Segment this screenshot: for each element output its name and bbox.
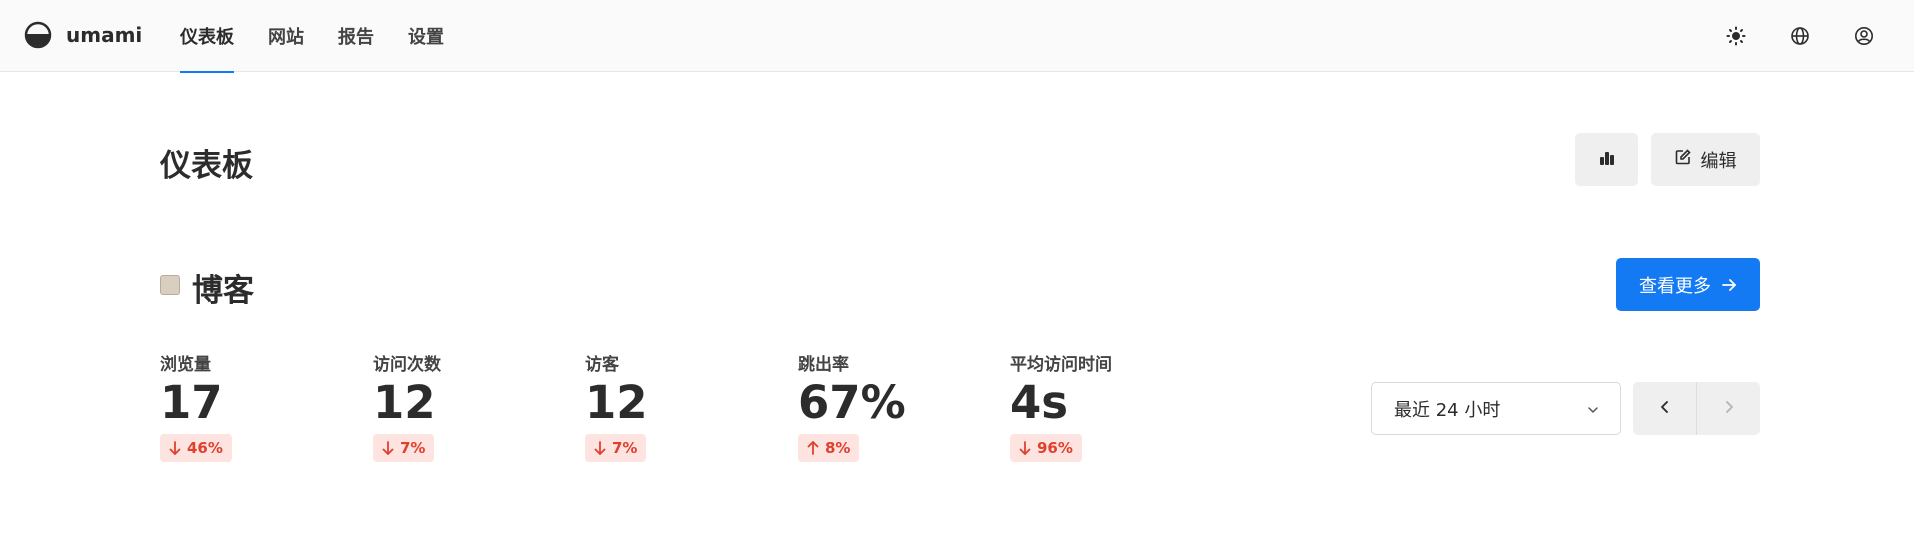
- metric-label: 访客: [585, 355, 619, 375]
- date-pager: [1633, 382, 1760, 435]
- metric-change: 7%: [612, 439, 638, 457]
- metric-value: 4s: [1010, 376, 1069, 429]
- umami-logo-icon: [24, 21, 52, 49]
- metric-change-badge: 8%: [798, 434, 860, 462]
- metric-label: 平均访问时间: [1010, 355, 1112, 375]
- metric-value: 17: [160, 376, 223, 429]
- arrow-up-icon: [807, 441, 819, 455]
- user-icon[interactable]: [1850, 22, 1878, 50]
- previous-period-button[interactable]: [1633, 382, 1696, 435]
- date-range-select[interactable]: 最近 24 小时: [1371, 382, 1621, 435]
- chevron-right-icon: [1722, 399, 1736, 418]
- metric-pageviews: 浏览量 17 46%: [160, 350, 232, 462]
- metric-value: 12: [585, 376, 648, 429]
- top-header: umami 仪表板 网站 报告 设置: [0, 0, 1914, 73]
- metric-visits: 访问次数 12 7%: [373, 350, 441, 462]
- chevron-left-icon: [1658, 399, 1672, 418]
- bar-chart-icon: [1599, 150, 1615, 170]
- page-title: 仪表板: [160, 148, 253, 184]
- metric-change: 7%: [400, 439, 426, 457]
- arrow-down-icon: [1019, 441, 1031, 455]
- date-range-value: 最近 24 小时: [1394, 399, 1501, 421]
- next-period-button[interactable]: [1697, 382, 1760, 435]
- metric-label: 跳出率: [798, 355, 849, 375]
- metric-change-badge: 46%: [160, 434, 232, 462]
- nav-item-reports[interactable]: 报告: [338, 0, 374, 72]
- chevron-down-icon: [1586, 401, 1600, 422]
- view-more-label: 查看更多: [1639, 275, 1711, 297]
- chart-toggle-button[interactable]: [1575, 133, 1638, 186]
- metric-visitors: 访客 12 7%: [585, 350, 648, 462]
- metric-value: 67%: [798, 376, 906, 429]
- website-name[interactable]: 博客: [192, 265, 254, 310]
- metric-label: 访问次数: [373, 355, 441, 375]
- metric-value: 12: [373, 376, 436, 429]
- metric-change: 96%: [1037, 439, 1073, 457]
- view-more-button[interactable]: 查看更多: [1616, 258, 1760, 311]
- arrow-right-icon: [1721, 277, 1737, 293]
- nav-item-dashboard[interactable]: 仪表板: [180, 0, 234, 73]
- website-favicon: [160, 275, 180, 295]
- metric-change: 46%: [187, 439, 223, 457]
- metric-bounce-rate: 跳出率 67% 8%: [798, 350, 906, 462]
- metric-change-badge: 7%: [373, 434, 435, 462]
- metric-avg-visit-time: 平均访问时间 4s 96%: [1010, 350, 1112, 462]
- metric-change-badge: 7%: [585, 434, 647, 462]
- nav-item-settings[interactable]: 设置: [408, 0, 444, 72]
- edit-button[interactable]: 编辑: [1651, 133, 1760, 186]
- metric-label: 浏览量: [160, 355, 211, 375]
- main-nav: 仪表板 网站 报告 设置: [180, 0, 478, 73]
- arrow-down-icon: [594, 441, 606, 455]
- nav-item-websites[interactable]: 网站: [268, 0, 304, 72]
- metric-change: 8%: [825, 439, 851, 457]
- arrow-down-icon: [382, 441, 394, 455]
- sun-icon[interactable]: [1722, 22, 1750, 50]
- metric-change-badge: 96%: [1010, 434, 1082, 462]
- header-actions: [1686, 22, 1878, 50]
- globe-icon[interactable]: [1786, 22, 1814, 50]
- app-logo[interactable]: umami: [24, 20, 142, 50]
- arrow-down-icon: [169, 441, 181, 455]
- edit-icon: [1675, 149, 1691, 170]
- edit-button-label: 编辑: [1700, 150, 1737, 172]
- brand-name: umami: [66, 23, 143, 47]
